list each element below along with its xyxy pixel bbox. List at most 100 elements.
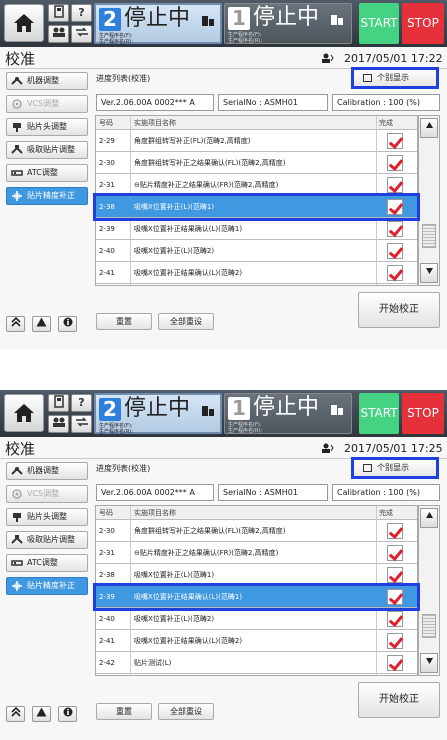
pickup-icon xyxy=(11,145,23,154)
sidebar-item-atc-adjust[interactable]: ATC调整 xyxy=(6,164,88,182)
row-code: 2-42 xyxy=(99,659,115,667)
sidebar-item-pickup-adjust[interactable]: 吸取贴片调整 xyxy=(6,141,88,159)
row-item-name: 角度群组转写补正之结果确认(FL)(范畴2,高精度) xyxy=(134,527,286,535)
row-item-name: 吸嘴X位置补正(L)(范畴2) xyxy=(134,615,215,623)
double-chevron-up-icon xyxy=(10,316,21,327)
column-header-done: 完成 xyxy=(379,119,393,127)
sidebar-item-vcs-adjust[interactable]: VCS调整 xyxy=(6,95,88,113)
sidebar-item-pickup-adjust[interactable]: 吸取贴片调整 xyxy=(6,531,88,549)
lane-status-text: 停止中 xyxy=(124,6,191,31)
table-row[interactable]: 2-30 角度群组转写补正之结果确认(FL)(范畴2,高精度) xyxy=(96,152,417,174)
sidebar-item-machine-adjust[interactable]: 机器调整 xyxy=(6,72,88,90)
lane-2-status-panel[interactable]: 2 停止中 生产程序名(F): 生产程序名(R): xyxy=(94,393,222,435)
scroll-thumb[interactable] xyxy=(422,224,436,248)
sidebar-item-head-adjust[interactable]: 贴片头调整 xyxy=(6,508,88,526)
pickup-icon xyxy=(11,535,23,544)
scroll-down-button[interactable] xyxy=(420,263,438,283)
operator-button[interactable] xyxy=(48,415,69,433)
sidebar-item-placement-accuracy[interactable]: 贴片精度补正 xyxy=(6,187,88,205)
row-code: 2-31 xyxy=(99,181,115,189)
lane-status-text: 停止中 xyxy=(253,5,320,30)
home-button[interactable] xyxy=(4,4,44,42)
table-row[interactable]: 2-42 贴片测试(L) xyxy=(96,652,417,674)
warning-button[interactable] xyxy=(32,706,51,722)
collapse-button[interactable] xyxy=(6,706,25,722)
table-row[interactable]: 2-41 吸嘴X位置补正结果确认(L)(范畴2) xyxy=(96,262,417,284)
sidebar-item-atc-adjust[interactable]: ATC调整 xyxy=(6,554,88,572)
board-icon xyxy=(331,15,343,25)
table-row[interactable]: 2-29 角度群组转写补正(FL)(范畴2,高精度) xyxy=(96,130,417,152)
row-item-name: 吸嘴X位置补正(L)(范畴1) xyxy=(134,571,215,579)
individual-display-button[interactable]: 个别显示 xyxy=(351,457,439,479)
conveyor-button[interactable] xyxy=(71,415,92,433)
reset-all-button[interactable]: 全部重设 xyxy=(158,313,214,330)
lane-1-status-panel[interactable]: 1 停止中 生产程序名(F): 生产程序名(R): xyxy=(224,393,352,434)
list-icon xyxy=(363,464,372,472)
table-row[interactable]: 2-40 吸嘴X位置补正(L)(范畴2) xyxy=(96,240,417,262)
atc-icon xyxy=(11,560,23,566)
conveyor-button[interactable] xyxy=(71,25,92,43)
calibration-field: Calibration : 100 (%) xyxy=(332,484,440,501)
table-row[interactable]: 2-41 吸嘴X位置补正结果确认(L)(范畴2) xyxy=(96,630,417,652)
table-row[interactable]: 2-39 吸嘴X位置补正结果确认(L)(范畴1) xyxy=(93,583,420,611)
row-item-name: 角度群组转写补正(FL)(范畴2,高精度) xyxy=(134,137,251,145)
column-header-code: 号码 xyxy=(99,509,113,517)
collapse-button[interactable] xyxy=(6,316,25,332)
sidebar-item-vcs-adjust[interactable]: VCS调整 xyxy=(6,485,88,503)
scroll-thumb[interactable] xyxy=(422,614,436,638)
lane-1-status-panel[interactable]: 1 停止中 生产程序名(F): 生产程序名(R): xyxy=(224,3,352,44)
table-row[interactable]: 2-38 吸嘴X位置补正(L)(范畴1) xyxy=(93,193,420,221)
table-scrollbar[interactable] xyxy=(418,505,440,676)
lane-2-status-panel[interactable]: 2 停止中 生产程序名(F): 生产程序名(R): xyxy=(94,3,222,45)
reset-all-button[interactable]: 全部重设 xyxy=(158,703,214,720)
scroll-down-button[interactable] xyxy=(420,653,438,673)
table-row[interactable]: 2-31 ⊖贴片精度补正之结果确认(FR)(范畴2,高精度) xyxy=(96,174,417,196)
memory-card-button[interactable] xyxy=(48,394,69,412)
help-button[interactable]: ? xyxy=(71,4,92,22)
sidebar-item-label: VCS调整 xyxy=(27,489,60,498)
info-button[interactable] xyxy=(58,316,77,332)
table-row[interactable]: 2-39 吸嘴X位置补正结果确认(L)(范畴1) xyxy=(96,218,417,240)
table-header: 号码 实施项目名称 完成 xyxy=(96,116,417,130)
info-button[interactable] xyxy=(58,706,77,722)
start-button[interactable]: START xyxy=(359,3,399,44)
warning-button[interactable] xyxy=(32,316,51,332)
list-title: 进度列表(校准) xyxy=(96,464,151,473)
row-item-name: 吸嘴X位置补正结果确认(L)(范畴1) xyxy=(134,593,243,601)
sidebar-item-head-adjust[interactable]: 贴片头调整 xyxy=(6,118,88,136)
row-code: 2-30 xyxy=(99,527,115,535)
arrow-up-icon xyxy=(425,512,433,518)
sidebar-item-placement-accuracy[interactable]: 贴片精度补正 xyxy=(6,577,88,595)
row-item-name: 吸嘴X位置补正(L)(范畴1) xyxy=(134,203,215,211)
sidebar-item-label: VCS调整 xyxy=(27,99,60,108)
table-row[interactable]: 2-30 角度群组转写补正之结果确认(FL)(范畴2,高精度) xyxy=(96,520,417,542)
completed-check-icon xyxy=(387,655,403,671)
table-row[interactable]: 2-38 吸嘴X位置补正(L)(范畴1) xyxy=(96,564,417,586)
row-code: 2-38 xyxy=(99,203,115,211)
scroll-up-button[interactable] xyxy=(420,118,438,138)
board-icon xyxy=(202,16,214,26)
row-code: 2-38 xyxy=(99,571,115,579)
row-item-name: 吸嘴X位置补正结果确认(L)(范畴2) xyxy=(134,637,243,645)
sidebar-item-machine-adjust[interactable]: 机器调整 xyxy=(6,462,88,480)
home-button[interactable] xyxy=(4,394,44,432)
column-header-code: 号码 xyxy=(99,119,113,127)
table-row[interactable]: 2-31 ⊖贴片精度补正之结果确认(FR)(范畴2,高精度) xyxy=(96,542,417,564)
column-header-done: 完成 xyxy=(379,509,393,517)
start-calibration-button[interactable]: 开始校正 xyxy=(358,292,440,328)
start-calibration-button[interactable]: 开始校正 xyxy=(358,682,440,718)
start-button[interactable]: START xyxy=(359,393,399,434)
operator-button[interactable] xyxy=(48,25,69,43)
scroll-up-button[interactable] xyxy=(420,508,438,528)
stop-button[interactable]: STOP xyxy=(402,3,444,44)
help-button[interactable]: ? xyxy=(71,394,92,412)
sidebar-item-label: 吸取贴片调整 xyxy=(27,145,75,154)
table-scrollbar[interactable] xyxy=(418,115,440,286)
sidebar-item-label: 吸取贴片调整 xyxy=(27,535,75,544)
reset-button[interactable]: 重置 xyxy=(96,313,152,330)
individual-display-button[interactable]: 个别显示 xyxy=(351,67,439,89)
memory-card-button[interactable] xyxy=(48,4,69,22)
reset-button[interactable]: 重置 xyxy=(96,703,152,720)
stop-button[interactable]: STOP xyxy=(402,393,444,434)
table-row[interactable]: 2-40 吸嘴X位置补正(L)(范畴2) xyxy=(96,608,417,630)
